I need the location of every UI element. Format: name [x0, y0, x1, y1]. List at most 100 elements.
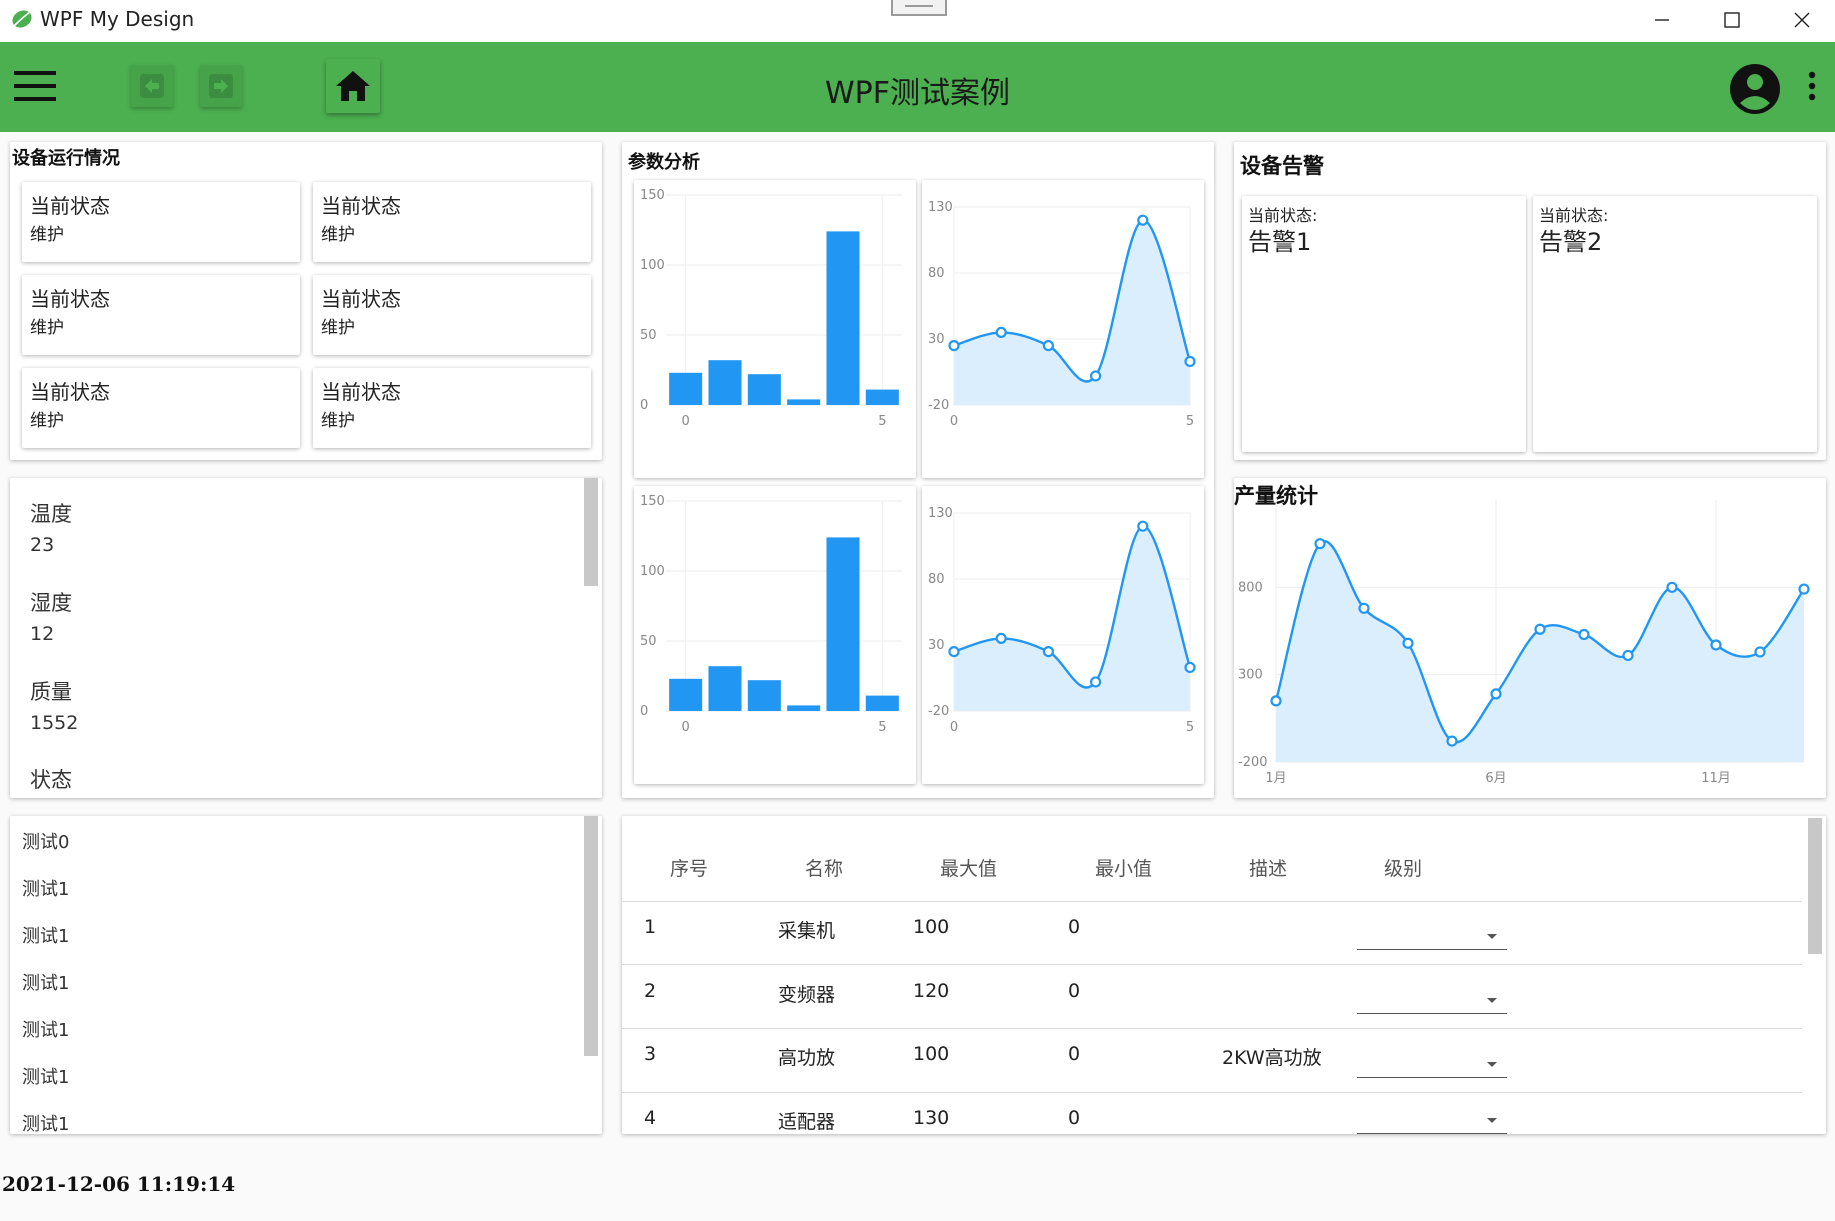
status-card[interactable]: 当前状态 维护 [313, 182, 591, 262]
cell-desc: 2KW高功放 [1222, 1047, 1322, 1069]
param-value: 1552 [30, 712, 79, 734]
table-scrollbar[interactable] [1808, 818, 1822, 954]
list-item[interactable]: 测试1 [22, 969, 69, 995]
cell-max: 100 [913, 1043, 950, 1065]
list-item[interactable]: 状态 [30, 764, 72, 798]
data-point [1754, 646, 1766, 658]
line-chart-1: -20 30 80 130 0 5 [922, 180, 1204, 478]
home-icon [336, 71, 370, 101]
status-card[interactable]: 当前状态 维护 [22, 368, 300, 448]
cell-min: 0 [1068, 1107, 1081, 1129]
data-point [1090, 370, 1102, 382]
list-item[interactable]: 测试1 [22, 1063, 69, 1089]
data-point [1402, 637, 1414, 649]
status-card[interactable]: 当前状态 维护 [22, 275, 300, 355]
column-header[interactable]: 序号 [670, 854, 708, 881]
line-chart-2: -20 30 80 130 0 5 [922, 486, 1204, 784]
forward-button[interactable] [200, 65, 242, 107]
arrow-right-icon [209, 74, 233, 98]
analysis-title: 参数分析 [628, 152, 700, 173]
data-point [1578, 628, 1590, 641]
page-title: WPF测试案例 [824, 76, 1010, 111]
account-circle-icon [1730, 64, 1780, 114]
bar [747, 680, 781, 711]
data-point [1137, 520, 1149, 532]
status-card[interactable]: 当前状态 维护 [22, 182, 300, 262]
leaf-icon [12, 10, 32, 28]
y-tick-label: 130 [928, 506, 953, 521]
x-tick-label: 1月 [1265, 771, 1286, 786]
area-fill [954, 526, 1190, 711]
bar [865, 389, 899, 405]
level-select[interactable] [1357, 980, 1507, 1014]
data-point [1490, 688, 1502, 700]
alarm-card[interactable]: 当前状态: 告警1 [1242, 196, 1526, 452]
alarm-card-value: 告警2 [1539, 228, 1603, 256]
y-tick-label: 100 [640, 258, 665, 273]
more-button[interactable] [1800, 64, 1824, 108]
close-icon [1794, 12, 1810, 28]
x-tick-label: 5 [1186, 720, 1194, 735]
params-panel: 温度 23 湿度 12 质量 1552 状态 [10, 478, 602, 798]
list-item[interactable]: 湿度 12 [30, 587, 72, 645]
cell-name: 适配器 [778, 1111, 836, 1133]
back-button[interactable] [131, 65, 173, 107]
param-value: 12 [30, 623, 55, 645]
home-button[interactable] [326, 59, 380, 113]
y-tick-label: -20 [928, 398, 949, 413]
area-fill [954, 220, 1190, 405]
account-button[interactable] [1728, 62, 1782, 116]
cell-name: 采集机 [778, 920, 836, 942]
x-tick-label: 5 [1186, 414, 1194, 429]
y-tick-label: -20 [928, 704, 949, 719]
data-point [1137, 214, 1149, 226]
list-item[interactable]: 测试1 [22, 922, 69, 948]
test-list-scrollbar[interactable] [584, 816, 598, 1056]
minimize-button[interactable] [1627, 0, 1697, 40]
list-item[interactable]: 测试1 [22, 1110, 69, 1134]
data-point [1358, 602, 1370, 614]
column-header[interactable]: 最小值 [1095, 854, 1152, 881]
list-item[interactable]: 测试0 [22, 828, 69, 854]
analysis-bar-1-svg: 0 50 100 150 0 5 [640, 188, 902, 429]
cell-min: 0 [1068, 1043, 1081, 1065]
column-header[interactable]: 名称 [805, 854, 843, 881]
status-card[interactable]: 当前状态 维护 [313, 275, 591, 355]
param-name: 湿度 [30, 591, 72, 615]
data-point [1534, 623, 1546, 635]
level-select[interactable] [1357, 1100, 1507, 1134]
param-name: 质量 [30, 680, 72, 704]
y-tick-label: 800 [1238, 580, 1263, 595]
cell-max: 130 [913, 1107, 950, 1129]
params-scrollbar[interactable] [584, 478, 598, 586]
list-item[interactable]: 测试1 [22, 875, 69, 901]
level-select[interactable] [1357, 1044, 1507, 1078]
production-title: 产量统计 [1234, 484, 1318, 508]
drag-grip[interactable] [891, 0, 947, 16]
arrow-left-icon [140, 74, 164, 98]
y-tick-label: 0 [640, 704, 648, 719]
close-button[interactable] [1767, 0, 1835, 40]
menu-button[interactable] [12, 64, 58, 108]
window-title: WPF My Design [40, 7, 195, 31]
alarm-card[interactable]: 当前状态: 告警2 [1533, 196, 1817, 452]
dropdown-arrow-icon [1487, 934, 1497, 939]
row-divider [622, 901, 1802, 902]
list-item[interactable]: 测试1 [22, 1016, 69, 1042]
datetime-display: 2021-12-06 11:19:14 [2, 1172, 236, 1196]
param-name: 温度 [30, 502, 72, 526]
list-item[interactable]: 温度 23 [30, 498, 72, 556]
status-card-value: 维护 [321, 411, 355, 431]
column-header[interactable]: 最大值 [940, 854, 997, 881]
dropdown-arrow-icon [1487, 998, 1497, 1003]
status-card-label: 当前状态 [30, 287, 110, 311]
production-line-svg: -200 300 800 1月 6月 11月 [1238, 500, 1810, 786]
column-header[interactable]: 描述 [1249, 854, 1287, 881]
level-select[interactable] [1357, 916, 1507, 950]
app-header: WPF测试案例 [0, 42, 1835, 132]
status-card[interactable]: 当前状态 维护 [313, 368, 591, 448]
column-header[interactable]: 级别 [1384, 854, 1422, 881]
maximize-button[interactable] [1697, 0, 1767, 40]
list-item[interactable]: 质量 1552 [30, 676, 78, 734]
analysis-line-1-svg: -20 30 80 130 0 5 [928, 200, 1196, 429]
